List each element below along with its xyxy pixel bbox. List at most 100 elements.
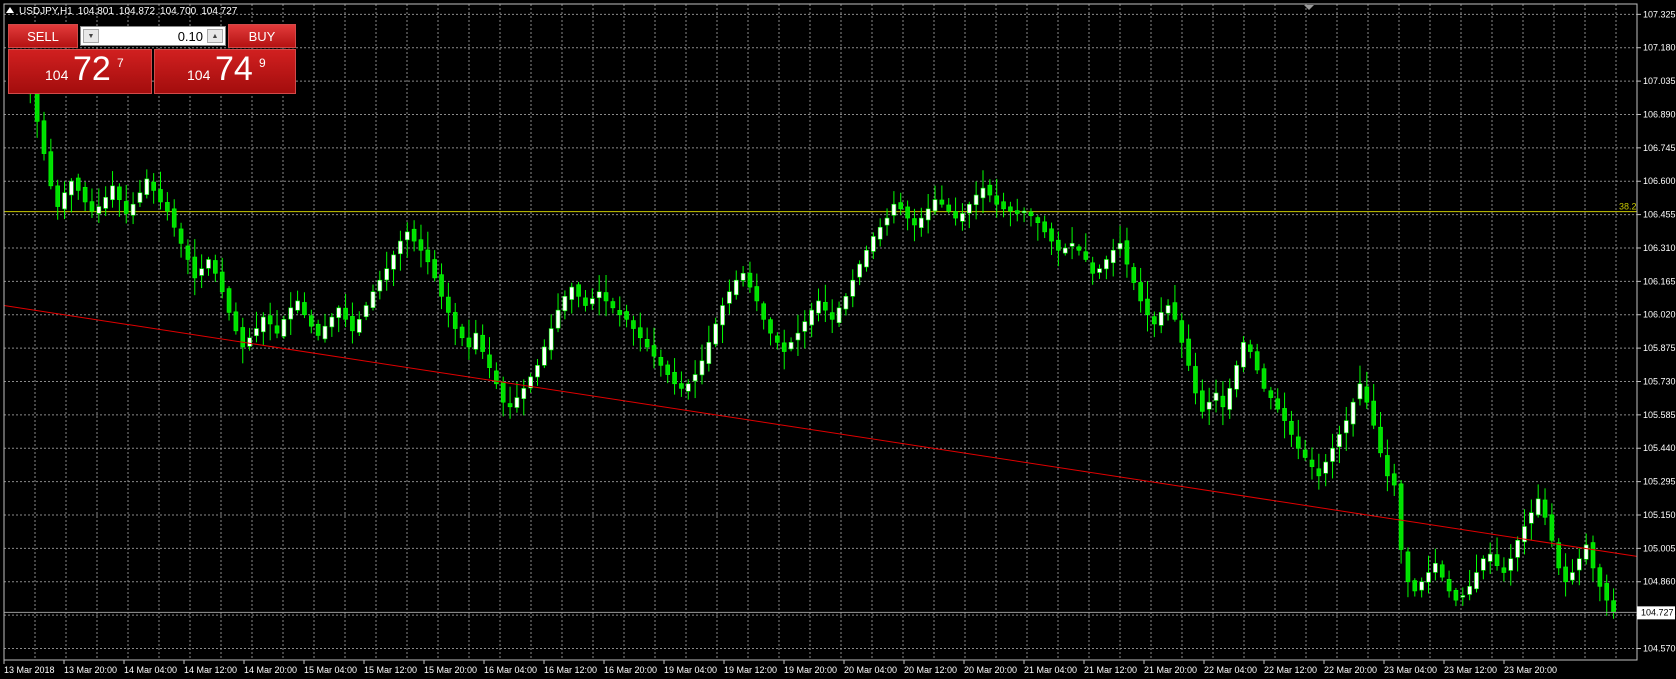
price-chart[interactable]: 38.2 107.325 107.180 107.035 106.890 106.745… xyxy=(0,0,1676,679)
candle-body xyxy=(466,337,472,348)
candle-body xyxy=(199,268,204,276)
one-click-trading-panel: SELL ▼ 0.10 ▲ BUY 104 72 7 104 74 9 xyxy=(8,24,296,94)
ohlc-high: 104.872 xyxy=(118,6,156,17)
candle-body xyxy=(295,300,300,311)
candle-body xyxy=(411,228,417,242)
candle-body xyxy=(871,236,876,252)
candle-body xyxy=(884,217,890,226)
volume-increase-icon[interactable]: ▲ xyxy=(207,29,223,43)
candle-body xyxy=(1350,401,1356,425)
candle-body xyxy=(151,181,156,191)
candle-body xyxy=(823,302,828,311)
chart-window[interactable]: 38.2 107.325 107.180 107.035 106.890 106.745… xyxy=(0,0,1676,679)
candle-body xyxy=(1501,567,1507,573)
time-tick-label: 15 Mar 20:00 xyxy=(424,665,477,675)
ohlc-close: 104.727 xyxy=(201,6,238,17)
time-tick-label: 22 Mar 12:00 xyxy=(1264,665,1317,675)
buy-button[interactable]: BUY xyxy=(228,24,296,48)
bid-price-button[interactable]: 104 72 7 xyxy=(8,49,152,94)
price-tick-label: 105.730 xyxy=(1643,376,1676,386)
time-tick-label: 23 Mar 04:00 xyxy=(1384,665,1437,675)
candle-body xyxy=(439,274,444,297)
candle-body xyxy=(809,309,814,326)
symbol-name: USDJPY,H1 xyxy=(19,6,73,17)
time-tick-label: 15 Mar 12:00 xyxy=(364,665,417,675)
time-tick-label: 21 Mar 12:00 xyxy=(1084,665,1137,675)
price-tick-label: 105.875 xyxy=(1643,343,1676,353)
candle-body xyxy=(103,197,108,209)
candle-body xyxy=(521,388,527,399)
ohlc-low: 104.700 xyxy=(160,6,197,17)
time-tick-label: 16 Mar 12:00 xyxy=(544,665,597,675)
candle-body xyxy=(829,312,835,320)
candle-body xyxy=(562,296,568,312)
candle-body xyxy=(1337,434,1342,448)
candle-body xyxy=(980,187,986,199)
ask-price-button[interactable]: 104 74 9 xyxy=(154,49,296,94)
bid-pips: 72 xyxy=(73,50,111,88)
candle-body xyxy=(233,311,239,332)
candle-body xyxy=(1446,579,1452,592)
candle-body xyxy=(1357,383,1363,400)
candle-body xyxy=(69,180,74,196)
candle-body xyxy=(1583,544,1589,560)
candle-body xyxy=(898,202,904,210)
candle-body xyxy=(1014,210,1020,214)
candle-body xyxy=(1460,595,1466,598)
candle-body xyxy=(418,239,424,251)
candle-body xyxy=(1487,553,1493,562)
candle-body xyxy=(836,307,842,324)
candle-body xyxy=(1597,567,1603,587)
collapse-triangle-icon[interactable] xyxy=(6,7,14,13)
candle-body xyxy=(1535,498,1541,516)
candle-body xyxy=(1104,259,1109,270)
candle-body xyxy=(1145,298,1150,316)
trend-line[interactable] xyxy=(3,305,1638,557)
candle-body xyxy=(1076,246,1082,251)
price-tick-label: 106.745 xyxy=(1643,143,1676,153)
candle-body xyxy=(596,291,602,299)
candle-body xyxy=(548,328,554,351)
candle-body xyxy=(925,208,931,221)
time-axis[interactable]: 13 Mar 2018 13 Mar 20:00 14 Mar 04:00 14 Ma… xyxy=(3,660,1557,675)
fibonacci-level[interactable]: 38.2 xyxy=(4,202,1637,213)
candle-body xyxy=(1028,211,1034,217)
candle-body xyxy=(144,178,150,195)
time-tick-label: 20 Mar 20:00 xyxy=(964,665,1017,675)
candle-body xyxy=(1152,316,1157,325)
volume-stepper[interactable]: ▼ 0.10 ▲ xyxy=(80,26,226,46)
volume-decrease-icon[interactable]: ▼ xyxy=(83,29,99,43)
candle-body xyxy=(1330,447,1335,462)
candle-body xyxy=(130,203,136,216)
candle-body xyxy=(288,307,294,320)
price-tick-label: 105.005 xyxy=(1643,543,1676,553)
candle-body xyxy=(446,296,451,313)
candle-body xyxy=(1570,572,1575,581)
time-tick-label: 13 Mar 20:00 xyxy=(64,665,117,675)
candle-body xyxy=(713,323,718,345)
current-price-label: 104.727 xyxy=(1641,607,1674,617)
candle-body xyxy=(110,185,115,201)
candle-body xyxy=(583,297,588,306)
candle-body xyxy=(1474,572,1479,590)
trendline-layer[interactable] xyxy=(3,305,1638,557)
candle-body xyxy=(1021,210,1027,213)
bid-prefix: 104 xyxy=(45,67,69,83)
candle-body xyxy=(1035,217,1041,223)
volume-value[interactable]: 0.10 xyxy=(178,29,203,44)
price-tick-label: 104.570 xyxy=(1643,643,1676,653)
candle-body xyxy=(542,346,547,366)
price-tick-label: 107.325 xyxy=(1643,9,1676,19)
sell-button[interactable]: SELL xyxy=(8,24,78,48)
candle-body xyxy=(308,315,314,327)
candle-body xyxy=(1248,344,1253,352)
candle-body xyxy=(1426,572,1431,583)
candle-body xyxy=(733,279,739,296)
candle-body xyxy=(391,254,396,270)
candle-body xyxy=(302,302,307,316)
candle-body xyxy=(1439,564,1445,578)
price-axis[interactable]: 107.325 107.180 107.035 106.890 106.745 106.6… xyxy=(1637,9,1676,653)
candle-body xyxy=(1117,243,1123,250)
candle-body xyxy=(473,332,479,350)
candle-body xyxy=(82,186,88,203)
